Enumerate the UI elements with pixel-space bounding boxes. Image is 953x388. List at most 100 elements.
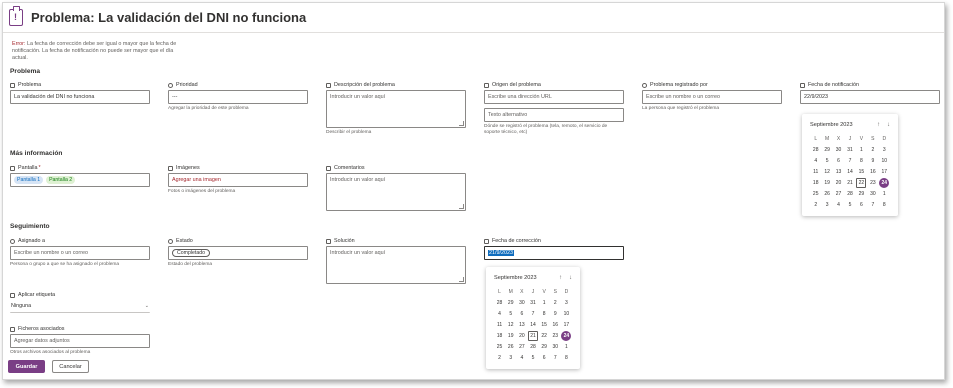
- calendar-day[interactable]: 11: [494, 320, 505, 330]
- calendar-day[interactable]: 20: [833, 178, 844, 188]
- pantalla-multiselect[interactable]: Pantalla 1 Pantalla 2: [10, 173, 150, 187]
- calendar-day[interactable]: 25: [494, 342, 505, 352]
- prev-month-button[interactable]: ↑: [559, 275, 562, 281]
- calendar-day[interactable]: 29: [539, 342, 550, 352]
- calendar-day[interactable]: 2: [810, 200, 821, 210]
- calendar-day[interactable]: 4: [494, 309, 505, 319]
- calendar-day[interactable]: 3: [879, 145, 890, 155]
- calendar-day[interactable]: 6: [856, 200, 867, 210]
- calendar-day[interactable]: 27: [833, 189, 844, 199]
- calendar-day[interactable]: 28: [810, 145, 821, 155]
- origen-alt-text-input[interactable]: Texto alternativo: [484, 108, 624, 122]
- calendar-day[interactable]: 13: [516, 320, 527, 330]
- calendar-day[interactable]: 13: [833, 167, 844, 177]
- prev-month-button[interactable]: ↑: [877, 122, 880, 128]
- solucion-textarea[interactable]: Introducir un valor aquí: [326, 246, 466, 284]
- notificacion-date-input[interactable]: 22/9/2023: [800, 90, 940, 104]
- calendar-day[interactable]: 20: [516, 331, 527, 341]
- calendar-day[interactable]: 7: [527, 309, 538, 319]
- calendar-day[interactable]: 24: [879, 178, 890, 188]
- calendar-day[interactable]: 23: [867, 178, 878, 188]
- calendar-day[interactable]: 19: [505, 331, 516, 341]
- calendar-day[interactable]: 10: [879, 156, 890, 166]
- prioridad-dropdown[interactable]: ---: [168, 90, 308, 104]
- calendar-day[interactable]: 4: [516, 353, 527, 363]
- calendar-day[interactable]: 24: [561, 331, 572, 341]
- calendar-day[interactable]: 9: [867, 156, 878, 166]
- imagenes-add-button[interactable]: Agregar una imagen: [168, 173, 308, 187]
- calendar-day[interactable]: 7: [867, 200, 878, 210]
- calendar-day[interactable]: 16: [867, 167, 878, 177]
- calendar-day[interactable]: 10: [561, 309, 572, 319]
- calendar-day[interactable]: 3: [821, 200, 832, 210]
- calendar-day[interactable]: 22: [856, 178, 867, 188]
- calendar-day[interactable]: 31: [527, 298, 538, 308]
- problema-input[interactable]: La validación del DNI no funciona: [10, 90, 150, 104]
- calendar-day[interactable]: 12: [821, 167, 832, 177]
- calendar-day[interactable]: 4: [833, 200, 844, 210]
- calendar-day[interactable]: 5: [527, 353, 538, 363]
- calendar-day[interactable]: 2: [550, 298, 561, 308]
- calendar-day[interactable]: 28: [494, 298, 505, 308]
- calendar-day[interactable]: 31: [844, 145, 855, 155]
- calendar-day[interactable]: 1: [879, 189, 890, 199]
- calendar-day[interactable]: 18: [494, 331, 505, 341]
- calendar-day[interactable]: 5: [821, 156, 832, 166]
- calendar-day[interactable]: 3: [561, 298, 572, 308]
- calendar-day[interactable]: 8: [879, 200, 890, 210]
- calendar-day[interactable]: 18: [810, 178, 821, 188]
- calendar-day[interactable]: 30: [867, 189, 878, 199]
- calendar-day[interactable]: 16: [550, 320, 561, 330]
- calendar-day[interactable]: 11: [810, 167, 821, 177]
- save-button[interactable]: Guardar: [8, 360, 45, 373]
- calendar-day[interactable]: 25: [810, 189, 821, 199]
- estado-dropdown[interactable]: Completado: [168, 246, 308, 260]
- selected-tag[interactable]: Pantalla 2: [46, 176, 76, 184]
- calendar-day[interactable]: 2: [494, 353, 505, 363]
- origen-url-input[interactable]: Escribe una dirección URL: [484, 90, 624, 104]
- calendar-day[interactable]: 30: [833, 145, 844, 155]
- calendar-day[interactable]: 17: [879, 167, 890, 177]
- calendar-day[interactable]: 2: [867, 145, 878, 155]
- calendar-day[interactable]: 30: [516, 298, 527, 308]
- calendar-day[interactable]: 12: [505, 320, 516, 330]
- next-month-button[interactable]: ↓: [887, 122, 890, 128]
- ficheros-add-attachment[interactable]: Agregar datos adjuntos: [10, 334, 150, 348]
- calendar-day[interactable]: 15: [539, 320, 550, 330]
- calendar-day[interactable]: 26: [505, 342, 516, 352]
- calendar-day[interactable]: 3: [505, 353, 516, 363]
- calendar-day[interactable]: 14: [844, 167, 855, 177]
- calendar-day[interactable]: 14: [527, 320, 538, 330]
- calendar-day[interactable]: 28: [527, 342, 538, 352]
- calendar-day[interactable]: 17: [561, 320, 572, 330]
- calendar-day[interactable]: 27: [516, 342, 527, 352]
- calendar-day[interactable]: 8: [539, 309, 550, 319]
- calendar-day[interactable]: 28: [844, 189, 855, 199]
- calendar-day[interactable]: 5: [844, 200, 855, 210]
- calendar-day[interactable]: 1: [539, 298, 550, 308]
- calendar-day[interactable]: 26: [821, 189, 832, 199]
- calendar-day[interactable]: 19: [821, 178, 832, 188]
- calendar-day[interactable]: 1: [561, 342, 572, 352]
- etiqueta-dropdown[interactable]: Ninguna ⌄: [10, 300, 150, 313]
- calendar-day[interactable]: 21: [844, 178, 855, 188]
- calendar-day[interactable]: 21: [527, 331, 538, 341]
- calendar-day[interactable]: 6: [516, 309, 527, 319]
- calendar-day[interactable]: 8: [856, 156, 867, 166]
- calendar-day[interactable]: 8: [561, 353, 572, 363]
- calendar-day[interactable]: 30: [550, 342, 561, 352]
- calendar-day[interactable]: 29: [505, 298, 516, 308]
- calendar-day[interactable]: 29: [856, 189, 867, 199]
- calendar-day[interactable]: 23: [550, 331, 561, 341]
- calendar-day[interactable]: 1: [856, 145, 867, 155]
- calendar-day[interactable]: 22: [539, 331, 550, 341]
- calendar-day[interactable]: 7: [550, 353, 561, 363]
- calendar-day[interactable]: 7: [844, 156, 855, 166]
- descripcion-textarea[interactable]: Introducir un valor aquí: [326, 90, 466, 128]
- cancel-button[interactable]: Cancelar: [52, 360, 89, 373]
- next-month-button[interactable]: ↓: [569, 275, 572, 281]
- selected-tag[interactable]: Pantalla 1: [14, 176, 44, 184]
- calendar-day[interactable]: 6: [539, 353, 550, 363]
- registrado-people-picker[interactable]: Escribe un nombre o un correo: [642, 90, 782, 104]
- calendar-day[interactable]: 29: [821, 145, 832, 155]
